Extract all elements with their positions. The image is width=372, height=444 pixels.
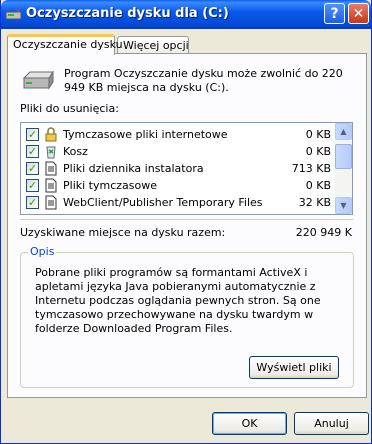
tab-panel: Program Oczyszczanie dysku może zwolnić … (7, 53, 367, 398)
title-bar[interactable]: Oczyszczanie dysku dla (C:) ? ✕ (1, 0, 371, 29)
document-icon (45, 161, 57, 176)
list-item[interactable]: ✓ Kosz 0 KB (21, 143, 337, 160)
item-size: 0 KB (305, 179, 331, 192)
total-space-label: Uzyskiwane miejsce na dysku razem: (20, 226, 226, 239)
close-button[interactable]: ✕ (348, 3, 369, 24)
disk-cleanup-icon (5, 8, 22, 20)
list-item[interactable]: ✓ Pliki dziennika instalatora 713 KB (21, 160, 337, 177)
item-size: 0 KB (305, 145, 331, 158)
list-item[interactable]: ✓ Pliki tymczasowe 0 KB (21, 177, 337, 194)
checkbox[interactable]: ✓ (26, 162, 39, 175)
item-name: Tymczasowe pliki internetowe (63, 128, 228, 141)
document-icon (45, 195, 57, 210)
list-scrollbar[interactable]: ▲ ▼ (335, 123, 352, 214)
description-legend: Opis (28, 245, 57, 258)
recycle-bin-icon (46, 146, 56, 159)
scroll-down-button[interactable]: ▼ (335, 197, 352, 214)
item-size: 32 KB (298, 196, 331, 209)
document-icon (45, 178, 57, 193)
intro-text: Program Oczyszczanie dysku może zwolnić … (64, 67, 343, 94)
total-space-value: 220 949 K (295, 226, 352, 239)
list-item[interactable]: ✓ WebClient/Publisher Temporary Files 32… (21, 194, 337, 211)
help-button[interactable]: ? (324, 3, 345, 24)
view-files-button[interactable]: Wyświetl pliki (249, 356, 339, 379)
ok-button[interactable]: OK (212, 412, 287, 435)
item-name: Pliki dziennika instalatora (63, 162, 204, 175)
tab-more-options[interactable]: Więcej opcji (117, 36, 189, 54)
cancel-button[interactable]: Anuluj (294, 412, 369, 435)
checkbox[interactable]: ✓ (26, 196, 39, 209)
item-name: WebClient/Publisher Temporary Files (63, 196, 263, 209)
item-size: 713 KB (291, 162, 331, 175)
item-name: Kosz (63, 145, 88, 158)
checkbox[interactable]: ✓ (26, 128, 39, 141)
checkbox[interactable]: ✓ (26, 179, 39, 192)
scroll-thumb[interactable] (335, 144, 352, 169)
description-text: Pobrane pliki programów są formantami Ac… (35, 266, 321, 335)
tab-disk-cleanup[interactable]: Oczyszczanie dysku (7, 34, 123, 55)
hard-drive-icon (22, 70, 54, 90)
files-listbox[interactable]: ✓ Tymczasowe pliki internetowe 0 KB ✓ Ko… (20, 122, 353, 215)
item-size: 0 KB (305, 128, 331, 141)
list-item[interactable]: ✓ Tymczasowe pliki internetowe 0 KB (21, 126, 337, 143)
disk-cleanup-dialog: Oczyszczanie dysku dla (C:) ? ✕ Oczyszcz… (0, 0, 372, 444)
files-to-delete-label: Pliki do usunięcia: (20, 102, 119, 115)
window-title: Oczyszczanie dysku dla (C:) (26, 6, 229, 21)
scroll-up-button[interactable]: ▲ (335, 123, 352, 140)
lock-icon (45, 127, 57, 142)
divider (20, 219, 353, 220)
checkbox[interactable]: ✓ (26, 145, 39, 158)
item-name: Pliki tymczasowe (63, 179, 157, 192)
